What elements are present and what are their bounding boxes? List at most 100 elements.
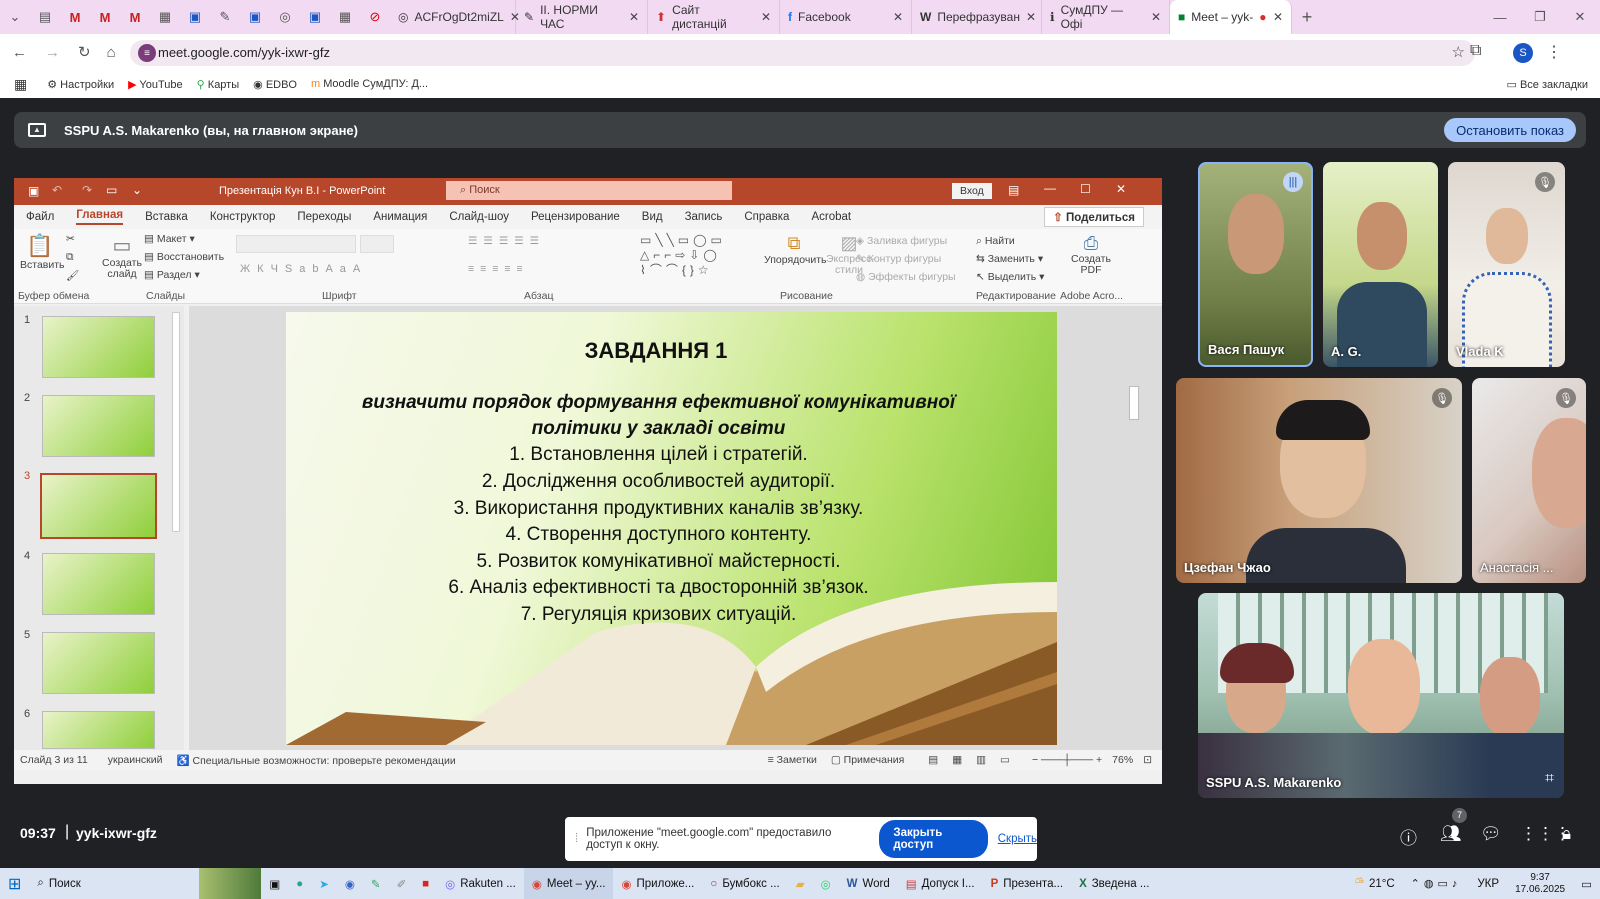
hide-notification-link[interactable]: Скрыть [998, 833, 1037, 845]
taskbar-app-rakuten[interactable]: ◎ Rakuten ... [437, 868, 524, 899]
browser-tab[interactable]: ✎ ІІ. НОРМИ ЧАС ✕ [516, 0, 648, 34]
menu-icon[interactable]: ⋮ [1546, 42, 1562, 62]
app-icon[interactable]: ✎ [363, 868, 389, 899]
whatsapp-icon[interactable]: ◎ [813, 868, 839, 899]
find-button[interactable]: ⌕ Найти [976, 235, 1015, 248]
zoom-slider[interactable]: − ───┼─── + [1032, 754, 1102, 766]
close-window-icon[interactable]: ✕ [1560, 0, 1600, 34]
people-icon[interactable]: 👥︎ [1440, 824, 1462, 844]
task-view-icon[interactable]: ▣ [261, 868, 288, 899]
browser-tab[interactable]: ⬆ Сайт дистанцій ✕ [648, 0, 780, 34]
pinned-tab-icon[interactable]: ◎ [270, 0, 300, 34]
ppt-login-button[interactable]: Вход [952, 183, 992, 199]
close-tab-icon[interactable]: ✕ [761, 10, 771, 24]
ribbon-tab-review[interactable]: Рецензирование [531, 211, 620, 223]
close-tab-icon[interactable]: ✕ [1026, 10, 1036, 24]
bookmark-settings[interactable]: ⚙ Настройки [47, 78, 114, 91]
pinned-tab-icon[interactable]: ▣ [180, 0, 210, 34]
ribbon-tab-view[interactable]: Вид [642, 211, 663, 223]
start-button[interactable]: ⊞ [0, 868, 29, 899]
browser-tab[interactable]: ◎ ACFrOgDt2miZL ✕ [390, 0, 520, 34]
ribbon-tab-home[interactable]: Главная [76, 209, 124, 225]
pinned-tab-icon[interactable]: ▦ [330, 0, 360, 34]
bookmark-star-icon[interactable]: ☆ [1452, 43, 1465, 61]
meeting-details-icon[interactable]: ⓘ [1400, 824, 1417, 849]
bookmark-youtube[interactable]: ▶ YouTube [128, 78, 183, 91]
arrange-button[interactable]: ⧉ Упорядочить [764, 233, 826, 266]
app-icon[interactable]: ● [288, 868, 311, 899]
browser-tab[interactable]: ℹ СумДПУ — Офі ✕ [1042, 0, 1170, 34]
current-slide[interactable]: ЗАВДАННЯ 1 визначити порядок формування … [286, 312, 1057, 745]
close-tab-icon[interactable]: ✕ [629, 10, 639, 24]
ribbon-tab-insert[interactable]: Вставка [145, 211, 188, 223]
participant-tile[interactable]: 🎙︎ Анастасія ... [1472, 378, 1586, 583]
browser-tab-active[interactable]: ■ Meet – yyk- ● ✕ [1170, 0, 1292, 34]
site-info-icon[interactable]: ≡ [138, 44, 156, 62]
address-bar[interactable]: ≡ meet.google.com/yyk-ixwr-gfz ☆ [130, 40, 1475, 66]
clock[interactable]: 9:37 17.06.2025 [1507, 868, 1573, 899]
layout-button[interactable]: ▤ Макет ▾ [144, 233, 195, 245]
format-painter-icon[interactable]: 🖌 [66, 269, 79, 282]
ribbon-tab-record[interactable]: Запись [685, 211, 723, 223]
new-slide-button[interactable]: ▭ Создать слайд [102, 233, 142, 280]
tab-list-icon[interactable]: ⌄ [0, 0, 30, 34]
ribbon-tab-file[interactable]: Файл [26, 211, 54, 223]
font-format-icons[interactable]: ЖКЧSabAaA [240, 263, 367, 275]
participant-tile[interactable]: ||| Вася Пашук [1198, 162, 1313, 367]
url-text[interactable]: meet.google.com/yyk-ixwr-gfz [158, 45, 330, 60]
taskbar-app-pdf[interactable]: ▤ Допуск І... [898, 868, 983, 899]
bookmark-maps[interactable]: ⚲ Карты [197, 78, 239, 91]
pinned-tab-icon[interactable]: ▦ [150, 0, 180, 34]
crop-icon[interactable]: ⌗ [1545, 770, 1554, 788]
gmail-tab-icon[interactable]: M [60, 0, 90, 34]
close-tab-icon[interactable]: ✕ [1273, 10, 1283, 24]
slide-thumbnail-5[interactable] [42, 632, 155, 694]
taskbar-app-chrome[interactable]: ◉ Приложе... [613, 868, 702, 899]
weather-widget[interactable]: ⛅︎ 21°C [1347, 868, 1403, 899]
taskbar-app-meet[interactable]: ◉ Meet – yy... [523, 868, 614, 899]
ribbon-tab-acrobat[interactable]: Acrobat [811, 211, 851, 223]
profile-avatar[interactable]: S [1513, 43, 1533, 63]
save-icon[interactable]: ▣ [28, 184, 39, 198]
ribbon-tab-transitions[interactable]: Переходы [297, 211, 351, 223]
reload-icon[interactable]: ↻ [78, 43, 91, 61]
all-bookmarks[interactable]: ▭ Все закладки [1507, 78, 1589, 91]
notifications-icon[interactable]: ▭ [1573, 868, 1600, 899]
keyboard-language[interactable]: УКР [1469, 868, 1507, 899]
pinned-tab-icon[interactable]: ⊘ [360, 0, 390, 34]
slide-thumbnail-3-selected[interactable] [40, 473, 157, 539]
zoom-level[interactable]: 76% [1112, 754, 1133, 766]
paste-button[interactable]: 📋 Вставить [20, 233, 65, 271]
editor-scrollbar[interactable] [1129, 386, 1139, 420]
shape-outline-button[interactable]: ✎ Контур фигуры [856, 253, 941, 265]
pinned-tab-icon[interactable]: ✎ [210, 0, 240, 34]
slide-thumbnail-1[interactable] [42, 316, 155, 378]
extensions-icon[interactable]: ⧉ [1470, 42, 1481, 60]
pinned-tab-icon[interactable]: ▣ [240, 0, 270, 34]
slide-thumbnail-2[interactable] [42, 395, 155, 457]
gmail-tab-icon[interactable]: M [120, 0, 150, 34]
ppt-maximize-icon[interactable]: ☐ [1080, 182, 1091, 196]
thumbnails-scrollbar[interactable] [172, 312, 180, 532]
shape-fill-button[interactable]: ◈ Заливка фигуры [856, 235, 947, 247]
section-button[interactable]: ▤ Раздел ▾ [144, 269, 200, 281]
app-icon[interactable]: ◉ [337, 868, 363, 899]
drag-handle-icon[interactable]: ⁞ [575, 833, 578, 845]
fit-slide-icon[interactable]: ⊡ [1143, 754, 1152, 766]
telegram-icon[interactable]: ➤ [311, 868, 337, 899]
slide-thumbnail-4[interactable] [42, 553, 155, 615]
comments-button[interactable]: ▢ Примечания [831, 754, 904, 766]
new-tab-icon[interactable]: + [1292, 0, 1322, 34]
app-icon[interactable]: ■ [414, 868, 437, 899]
undo-icon[interactable]: ↶ [52, 183, 62, 197]
accessibility-status[interactable]: ♿ Специальные возможности: проверьте рек… [176, 754, 455, 767]
stop-presenting-button[interactable]: Остановить показ [1444, 118, 1576, 142]
taskbar-app-opera[interactable]: ○ Бумбокс ... [702, 868, 787, 899]
font-name-select[interactable] [236, 235, 356, 253]
close-tab-icon[interactable]: ✕ [1151, 10, 1161, 24]
tray-icons[interactable]: ⌃◍▭♪ [1403, 868, 1470, 899]
file-explorer-icon[interactable]: ▰ [788, 868, 813, 899]
apps-grid-icon[interactable]: ▦ [14, 76, 27, 93]
copy-icon[interactable]: ⧉ [66, 251, 74, 264]
taskbar-app-powerpoint[interactable]: P Презента... [983, 868, 1072, 899]
